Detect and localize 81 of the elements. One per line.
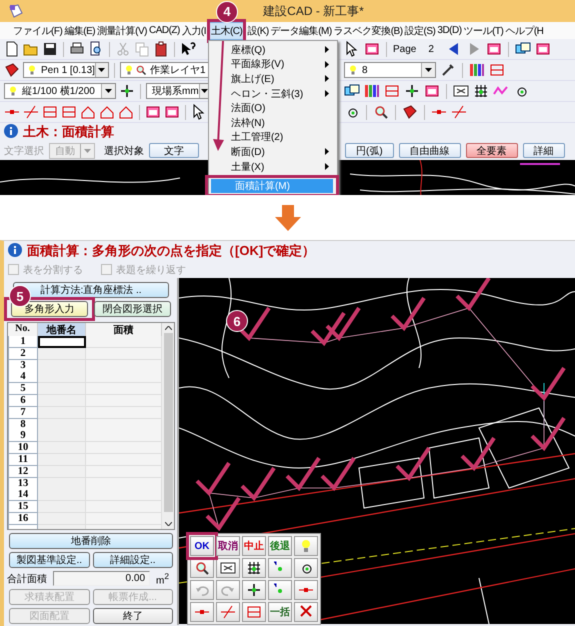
combo-text: 作業レイヤ1 <box>149 64 206 77</box>
palette-button[interactable]: OK <box>190 536 214 556</box>
palette-button[interactable]: 一括 <box>268 602 292 622</box>
row-number: 1 <box>8 336 38 348</box>
row-number: 16 <box>8 512 38 525</box>
table-row[interactable]: 1 <box>8 336 162 348</box>
row-number: 12 <box>8 466 38 478</box>
action-button[interactable]: 詳細設定.. <box>92 552 173 568</box>
row-number: 2 <box>8 348 38 360</box>
palette-button[interactable]: 中止 <box>242 536 266 556</box>
menu-item[interactable]: CAD(Z) <box>148 24 181 37</box>
action-button[interactable]: 終了 <box>92 608 173 624</box>
menu-item[interactable]: 設定(S) <box>404 22 436 38</box>
table-row[interactable]: 9 <box>8 430 162 442</box>
menu-item[interactable]: 入力(I <box>180 22 207 38</box>
menu-item[interactable]: データ編集(M) <box>270 22 333 38</box>
command-title: 面積計算：多角形の次の点を指定（[OK]で確定） <box>27 242 316 260</box>
menu-item[interactable]: 法枠(N) <box>230 116 265 130</box>
table-row[interactable]: 14 <box>8 489 162 502</box>
scale-dropdown[interactable]: 縦1/100 横1/200 <box>4 83 116 99</box>
filter-button[interactable]: 全要素 <box>466 143 518 158</box>
palette-button[interactable]: 後退 <box>268 536 292 556</box>
table-row[interactable]: 6 <box>8 394 162 407</box>
row-number: 7 <box>8 406 38 419</box>
row-number: 9 <box>8 430 38 442</box>
menu-item[interactable]: ツール(T) <box>462 22 504 38</box>
row-number: 8 <box>8 418 38 431</box>
palette-button[interactable]: 取消 <box>216 536 240 556</box>
menu-item[interactable]: 設(K) <box>246 22 270 38</box>
row-number: 6 <box>8 394 38 407</box>
combo-text: 自動 <box>54 144 76 158</box>
page-number: 2 <box>428 44 434 54</box>
row-number: 15 <box>8 501 38 514</box>
menu-item[interactable]: 土工管理(2) <box>230 130 284 144</box>
menu-item[interactable]: 3D(D) <box>436 24 463 37</box>
combo-text: 8 <box>361 64 369 76</box>
field-label: 文字選択 <box>4 144 44 158</box>
line-width-dropdown[interactable]: 8 <box>344 62 436 78</box>
menu-item[interactable]: 土量(X) <box>230 160 264 174</box>
table-row[interactable]: 7 <box>8 406 162 419</box>
table-row[interactable]: 4 <box>8 371 162 384</box>
combo-text: 現場系mm <box>151 84 199 98</box>
command-title: 土木：面積計算 <box>23 123 114 141</box>
combo-text: 縦1/100 横1/200 <box>21 84 96 98</box>
action-button[interactable]: 製図基準設定.. <box>9 552 90 568</box>
row-number: 10 <box>8 442 38 454</box>
menu-item[interactable]: 断面(D) <box>230 144 265 159</box>
combo-text: Pen 1 [0.13] <box>40 64 95 76</box>
menu-item[interactable]: ラスベク変換(B) <box>332 22 404 38</box>
row-number: 14 <box>8 489 38 502</box>
table-row[interactable]: 2 <box>8 348 162 360</box>
menu-item[interactable]: ヘロン・三斜(3) <box>230 86 304 101</box>
menu-item[interactable]: 土木(C) <box>210 22 244 38</box>
mode-button[interactable]: 閉合図形選択 <box>94 301 171 317</box>
menu-item[interactable]: ヘルプ(H <box>504 22 544 38</box>
menu-item[interactable]: 座標(Q) <box>230 42 266 57</box>
unit-label: m$^{2}$ <box>156 570 169 586</box>
filter-button[interactable]: 自由曲線 <box>398 143 461 158</box>
action-button[interactable]: 地番削除 <box>9 533 173 549</box>
filter-button[interactable]: 円(弧) <box>345 143 394 158</box>
row-number: 11 <box>8 454 38 466</box>
window-title: 建設CAD - 新工事* <box>263 2 364 20</box>
page-label: Page <box>393 44 416 54</box>
total-area-field: 0.00 <box>53 571 150 586</box>
field-label: 合計面積 <box>7 572 47 586</box>
row-number: 3 <box>8 360 38 372</box>
row-number: 4 <box>8 371 38 384</box>
units-dropdown[interactable]: 現場系mm <box>146 83 210 99</box>
menu-item[interactable]: 測量計算(V) <box>96 22 148 38</box>
table-row[interactable]: 12 <box>8 466 162 478</box>
table-row[interactable]: 11 <box>8 454 162 466</box>
pen-dropdown[interactable]: Pen 1 [0.13] <box>23 62 109 78</box>
menu-item[interactable]: ファイル(F) <box>12 22 64 38</box>
field-label: 選択対象 <box>104 144 144 158</box>
menu-item[interactable]: 編集(E) <box>63 22 96 38</box>
table-row[interactable]: 16 <box>8 512 162 525</box>
filter-button[interactable]: 文字 <box>149 143 199 158</box>
row-number: 13 <box>8 478 38 490</box>
menu-item[interactable]: 法面(O) <box>230 101 266 116</box>
row-number: 5 <box>8 383 38 396</box>
filter-button[interactable]: 詳細 <box>522 143 565 158</box>
